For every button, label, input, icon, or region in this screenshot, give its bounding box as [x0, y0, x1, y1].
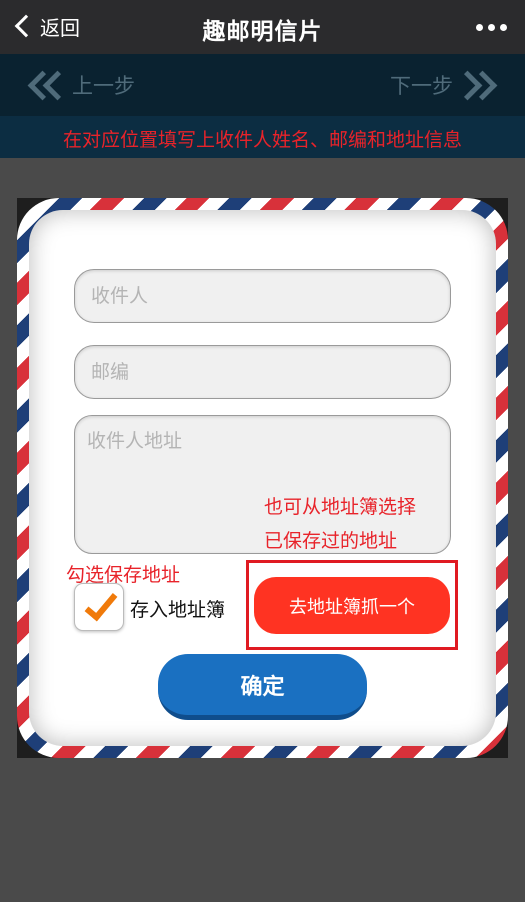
checkmark-icon: [84, 586, 118, 622]
addressbook-annotation: 也可从地址簿选择 已保存过的地址: [264, 490, 416, 558]
addressbook-annotation-line1: 也可从地址簿选择: [264, 496, 417, 518]
dot: [488, 24, 495, 31]
double-chevron-right-icon: [452, 70, 498, 100]
top-nav-bar: 返回 趣邮明信片: [0, 0, 525, 54]
recipient-name-input[interactable]: [74, 269, 451, 323]
pick-from-addressbook-button[interactable]: 去地址簿抓一个: [254, 577, 450, 634]
instruction-hint: 在对应位置填写上收件人姓名、邮编和地址信息: [62, 129, 462, 151]
double-chevron-left-icon: [27, 70, 73, 100]
hint-bar: 在对应位置填写上收件人姓名、邮编和地址信息: [0, 116, 525, 158]
prev-step-button[interactable]: 上一步: [26, 70, 135, 100]
next-step-label: 下一步: [390, 74, 453, 98]
addressbook-annotation-line2: 已保存过的地址: [264, 530, 398, 552]
page-title: 趣邮明信片: [202, 19, 323, 45]
save-to-addressbook-checkbox[interactable]: [74, 583, 124, 631]
dot: [500, 24, 507, 31]
prev-step-label: 上一步: [72, 74, 135, 98]
next-step-button[interactable]: 下一步: [390, 70, 499, 100]
more-dots-icon[interactable]: [476, 24, 507, 31]
step-bar: 上一步 下一步: [0, 54, 525, 116]
postcode-input[interactable]: [74, 345, 451, 399]
dot: [476, 24, 483, 31]
confirm-button[interactable]: 确定: [158, 654, 367, 720]
save-to-addressbook-label: 存入地址簿: [130, 599, 226, 621]
